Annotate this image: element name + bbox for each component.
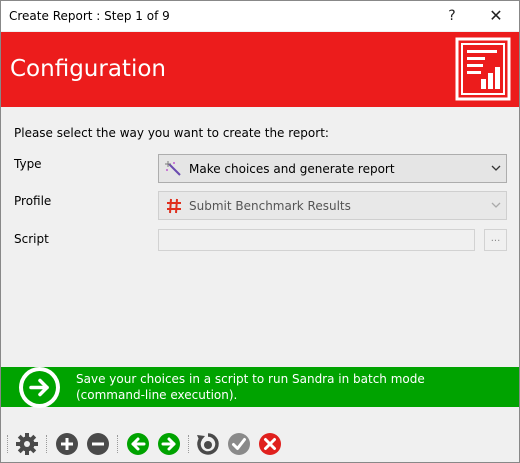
- browse-button[interactable]: ...: [484, 229, 507, 251]
- header-banner: Configuration: [1, 32, 519, 107]
- toolbar-separator: [117, 435, 118, 453]
- type-dropdown[interactable]: Make choices and generate report: [158, 154, 507, 183]
- window-title: Create Report : Step 1 of 9: [9, 9, 170, 23]
- next-icon[interactable]: [157, 432, 181, 456]
- magic-wand-icon: [165, 161, 181, 176]
- toolbar-separator: [7, 435, 8, 453]
- bottom-toolbar: [1, 426, 519, 462]
- arrow-right-icon: [19, 367, 60, 408]
- close-button[interactable]: ✕: [473, 1, 519, 31]
- type-value: Make choices and generate report: [189, 162, 395, 176]
- prompt-text: Please select the way you want to create…: [14, 126, 329, 140]
- profile-dropdown[interactable]: Submit Benchmark Results: [158, 191, 507, 220]
- profile-value: Submit Benchmark Results: [189, 199, 351, 213]
- back-icon[interactable]: [126, 432, 150, 456]
- create-report-window: Create Report : Step 1 of 9 ? ✕ Configur…: [0, 0, 520, 463]
- script-input[interactable]: [158, 229, 475, 251]
- script-label: Script: [14, 232, 49, 246]
- remove-icon[interactable]: [86, 432, 110, 456]
- banner-text: Save your choices in a script to run San…: [76, 372, 425, 402]
- title-bar: Create Report : Step 1 of 9 ? ✕: [1, 1, 519, 31]
- page-title: Configuration: [10, 56, 166, 82]
- gear-icon[interactable]: [15, 432, 39, 456]
- chevron-down-icon: [491, 202, 501, 208]
- chevron-down-icon: [491, 165, 501, 171]
- toolbar-separator: [46, 435, 47, 453]
- refresh-icon[interactable]: [196, 432, 220, 456]
- help-button[interactable]: ?: [429, 1, 475, 31]
- batch-mode-banner: Save your choices in a script to run San…: [1, 367, 519, 408]
- profile-label: Profile: [14, 194, 52, 208]
- configuration-form: Please select the way you want to create…: [1, 107, 519, 367]
- cancel-icon[interactable]: [258, 432, 282, 456]
- toolbar-separator: [188, 435, 189, 453]
- hash-icon: [167, 198, 181, 214]
- type-label: Type: [14, 157, 42, 171]
- report-icon: [455, 37, 511, 101]
- ok-icon[interactable]: [227, 432, 251, 456]
- add-icon[interactable]: [55, 432, 79, 456]
